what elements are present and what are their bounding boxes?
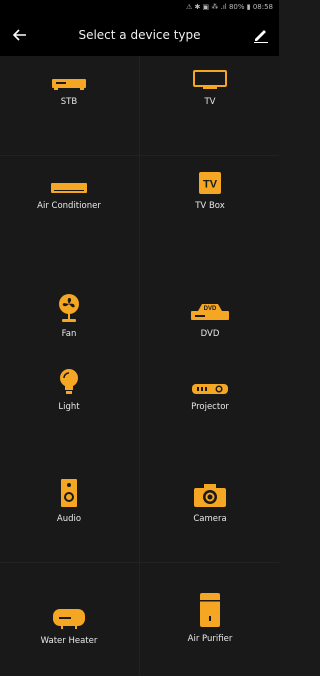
stb-icon <box>49 63 89 91</box>
grid-divider <box>0 562 279 563</box>
projector-icon <box>190 368 230 396</box>
device-dvd[interactable]: DVD DVD <box>141 295 279 339</box>
device-label: TV Box <box>195 201 225 211</box>
tv-box-icon-text: TV <box>203 179 218 191</box>
grid-divider <box>0 155 279 156</box>
camera-icon <box>190 480 230 508</box>
device-label: Projector <box>191 402 229 412</box>
device-projector[interactable]: Projector <box>141 368 279 412</box>
device-label: Air Purifier <box>187 634 233 644</box>
device-label: DVD <box>200 329 220 339</box>
back-arrow-icon[interactable] <box>8 24 32 46</box>
fan-icon <box>49 294 89 323</box>
device-label: Light <box>58 402 80 412</box>
device-label: Audio <box>56 514 82 524</box>
edit-pencil-icon[interactable] <box>249 24 273 46</box>
status-text: ⚠ ✱ ▣ ⁂ .ıl 80% ▮ 08:58 <box>185 3 273 11</box>
dvd-icon-text: DVD <box>204 306 217 312</box>
page-title: Select a device type <box>78 28 201 42</box>
device-label: STB <box>60 97 78 107</box>
device-tv[interactable]: TV <box>141 63 279 107</box>
device-camera[interactable]: Camera <box>141 480 279 524</box>
device-air-purifier[interactable]: Air Purifier <box>141 592 279 644</box>
device-label: TV <box>204 97 216 107</box>
speaker-icon <box>49 479 89 508</box>
device-fan[interactable]: Fan <box>0 294 138 339</box>
device-water-heater[interactable]: Water Heater <box>0 602 138 646</box>
status-bar: ⚠ ✱ ▣ ⁂ .ıl 80% ▮ 08:58 <box>0 0 279 14</box>
device-light[interactable]: Light <box>0 368 138 412</box>
device-tv-box[interactable]: TV TV Box <box>141 167 279 211</box>
device-audio[interactable]: Audio <box>0 479 138 524</box>
tv-box-icon: TV <box>190 167 230 195</box>
air-conditioner-icon <box>49 167 89 195</box>
grid-divider <box>139 56 140 676</box>
water-heater-icon <box>49 602 89 630</box>
device-stb[interactable]: STB <box>0 63 138 107</box>
device-label: Fan <box>61 329 77 339</box>
tv-icon <box>190 63 230 91</box>
device-grid: STB TV Air Conditioner TV TV Box Fan DVD… <box>0 56 279 676</box>
device-label: Water Heater <box>40 636 98 646</box>
device-label: Air Conditioner <box>37 201 101 211</box>
device-label: Camera <box>193 514 227 524</box>
air-purifier-icon <box>190 592 230 628</box>
dvd-icon: DVD <box>190 295 230 323</box>
light-bulb-icon <box>49 368 89 396</box>
device-air-conditioner[interactable]: Air Conditioner <box>0 167 138 211</box>
app-bar: Select a device type <box>0 14 279 56</box>
